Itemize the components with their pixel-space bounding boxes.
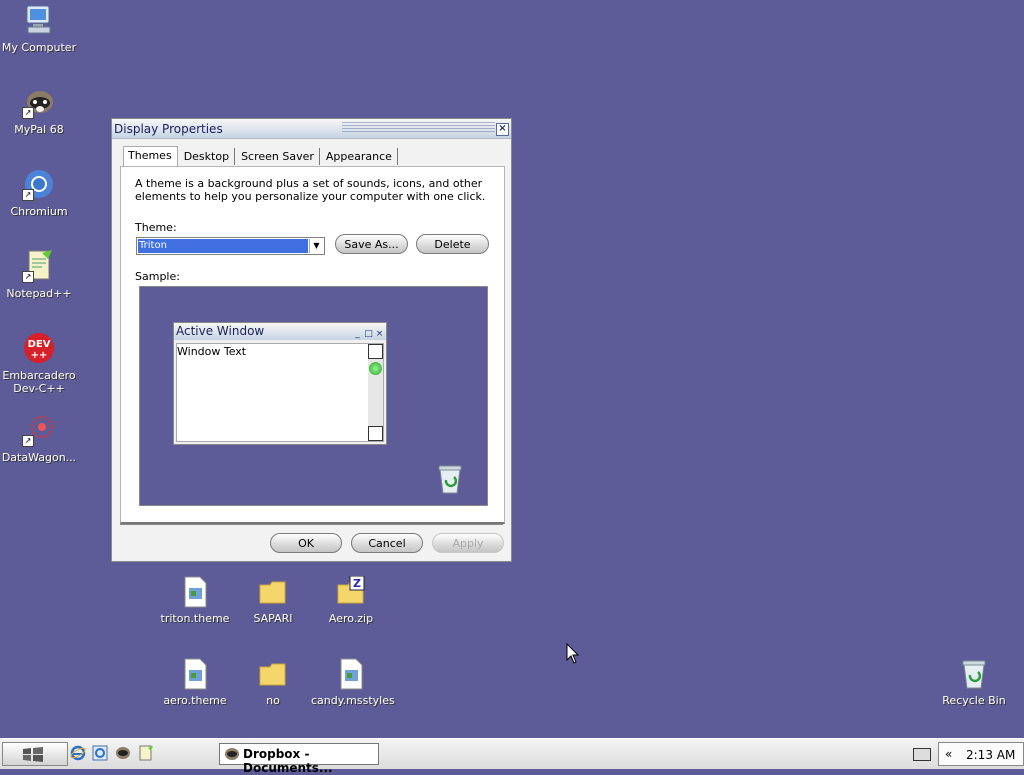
windows-logo-icon — [23, 747, 43, 762]
zip-folder-icon: Z — [336, 575, 366, 608]
file-triton-theme[interactable]: triton.theme — [155, 576, 235, 625]
theme-select[interactable]: Triton ▼ — [136, 237, 325, 255]
taskbar-button-dropbox[interactable]: Dropbox - Documents... — [219, 743, 379, 775]
svg-text:DEV: DEV — [28, 339, 51, 350]
folder-icon — [258, 576, 288, 608]
mouse-cursor-icon — [566, 642, 580, 665]
save-as-button[interactable]: Save As... — [335, 234, 408, 254]
desktop-icon-label: DataWagon... — [1, 451, 77, 464]
file-label: triton.theme — [160, 612, 230, 625]
theme-select-value: Triton — [138, 239, 308, 253]
titlebar-stripes — [342, 122, 495, 134]
dialog-titlebar[interactable]: Display Properties × — [112, 119, 511, 139]
desktop-icon-recycle-bin[interactable]: Recycle Bin — [934, 658, 1014, 707]
close-button[interactable]: × — [496, 123, 509, 136]
tab-screen-saver[interactable]: Screen Saver — [237, 148, 320, 165]
taskbar: Dropbox - Documents... « 2:13 AM — [0, 738, 1024, 775]
desktop-icon-label: Chromium — [10, 205, 68, 218]
close-icon: × — [375, 329, 384, 339]
file-label: Recycle Bin — [942, 694, 1006, 707]
sample-label: Sample: — [135, 270, 180, 283]
system-tray: « 2:13 AM — [938, 742, 1024, 766]
folder-icon — [258, 658, 288, 690]
tab-desktop[interactable]: Desktop — [180, 148, 236, 165]
theme-file-icon — [180, 576, 210, 608]
chevron-down-icon[interactable]: ▼ — [309, 239, 323, 253]
shortcut-arrow-icon: ↗ — [22, 435, 34, 447]
sample-window-client: Window Text — [176, 343, 384, 442]
desktop-icon-label: MyPal 68 — [14, 123, 64, 136]
theme-file-icon — [180, 658, 210, 690]
button-separator — [120, 524, 503, 525]
recycle-bin-icon — [959, 658, 989, 690]
file-label: SAPARI — [253, 612, 293, 625]
tab-strip: Themes Desktop Screen Saver Appearance — [123, 146, 400, 167]
datawagon-icon: ↗ — [22, 413, 56, 447]
desktop-icon-devcpp[interactable]: DEV ++ Embarcadero Dev-C++ — [1, 331, 77, 395]
theme-label: Theme: — [135, 221, 177, 234]
raccoon-icon: ↗ — [22, 85, 56, 119]
file-aero-zip[interactable]: Z Aero.zip — [311, 575, 391, 625]
file-aero-theme[interactable]: aero.theme — [155, 658, 235, 707]
ok-button[interactable]: OK — [270, 533, 342, 553]
tab-themes[interactable]: Themes — [123, 146, 178, 166]
desktop-icon-chromium[interactable]: ↗ Chromium — [1, 167, 77, 218]
file-label: Aero.zip — [328, 612, 374, 625]
desktop-icon-notepadpp[interactable]: ↗ Notepad++ — [1, 249, 77, 300]
desktop-icon-label: Notepad++ — [6, 287, 72, 300]
devcpp-icon: DEV ++ — [22, 331, 56, 365]
taskbar-button-label: Dropbox - Documents... — [243, 747, 333, 775]
clock[interactable]: 2:13 AM — [966, 748, 1015, 762]
theme-preview: Active Window _ □ × Window Text — [139, 286, 488, 506]
file-label: aero.theme — [163, 694, 227, 707]
scroll-up-icon — [368, 344, 383, 359]
svg-text:++: ++ — [31, 350, 48, 361]
desktop-icon-mypal[interactable]: ↗ MyPal 68 — [1, 85, 77, 136]
file-label: no — [266, 694, 280, 707]
computer-icon — [22, 3, 56, 37]
shortcut-arrow-icon: ↗ — [22, 189, 34, 201]
file-label: candy.msstyles — [311, 694, 395, 707]
tab-appearance[interactable]: Appearance — [322, 148, 398, 165]
svg-text:Z: Z — [353, 577, 361, 590]
delete-button[interactable]: Delete — [416, 234, 489, 254]
shortcut-arrow-icon: ↗ — [22, 107, 34, 119]
themes-panel: A theme is a background plus a set of so… — [120, 166, 505, 524]
cancel-button[interactable]: Cancel — [351, 533, 423, 553]
desktop-icon-my-computer[interactable]: My Computer — [1, 3, 77, 54]
desktop-icon-label: Embarcadero Dev-C++ — [2, 369, 76, 395]
raccoon-icon — [225, 748, 239, 760]
notepad-quicklaunch-icon[interactable] — [138, 745, 154, 761]
theme-description: A theme is a background plus a set of so… — [135, 177, 486, 203]
start-button[interactable] — [2, 742, 68, 766]
minimize-icon: _ — [355, 329, 360, 339]
desktop-icon-datawagon[interactable]: ↗ DataWagon... — [1, 413, 77, 464]
internet-explorer-icon[interactable] — [70, 745, 86, 761]
chromium-icon: ↗ — [22, 167, 56, 201]
sample-scrollbar — [368, 344, 383, 441]
folder-sapari[interactable]: SAPARI — [233, 576, 313, 625]
scroll-thumb — [369, 362, 382, 375]
sample-window-buttons: _ □ × — [351, 326, 384, 339]
tray-expand-button[interactable]: « — [945, 747, 952, 761]
msstyles-file-icon — [336, 658, 366, 690]
sample-window-text: Window Text — [177, 345, 247, 358]
recycle-bin-icon — [436, 463, 464, 495]
shortcut-arrow-icon: ↗ — [22, 271, 34, 283]
raccoon-quicklaunch-icon[interactable] — [115, 745, 131, 761]
apply-button: Apply — [432, 533, 504, 553]
maximize-icon: □ — [364, 329, 373, 339]
sample-active-window: Active Window _ □ × Window Text — [173, 322, 387, 445]
scroll-down-icon — [368, 426, 383, 441]
notepad-plus-plus-icon: ↗ — [22, 249, 56, 283]
desktop-icon-label: My Computer — [1, 41, 77, 54]
keyboard-icon[interactable] — [913, 748, 931, 761]
display-properties-dialog: Display Properties × Themes Desktop Screen… — [111, 118, 512, 562]
folder-no[interactable]: no — [233, 658, 313, 707]
dialog-title: Display Properties — [114, 122, 223, 136]
browser-quicklaunch-icon[interactable] — [92, 745, 108, 761]
file-candy-msstyles[interactable]: candy.msstyles — [311, 658, 395, 707]
